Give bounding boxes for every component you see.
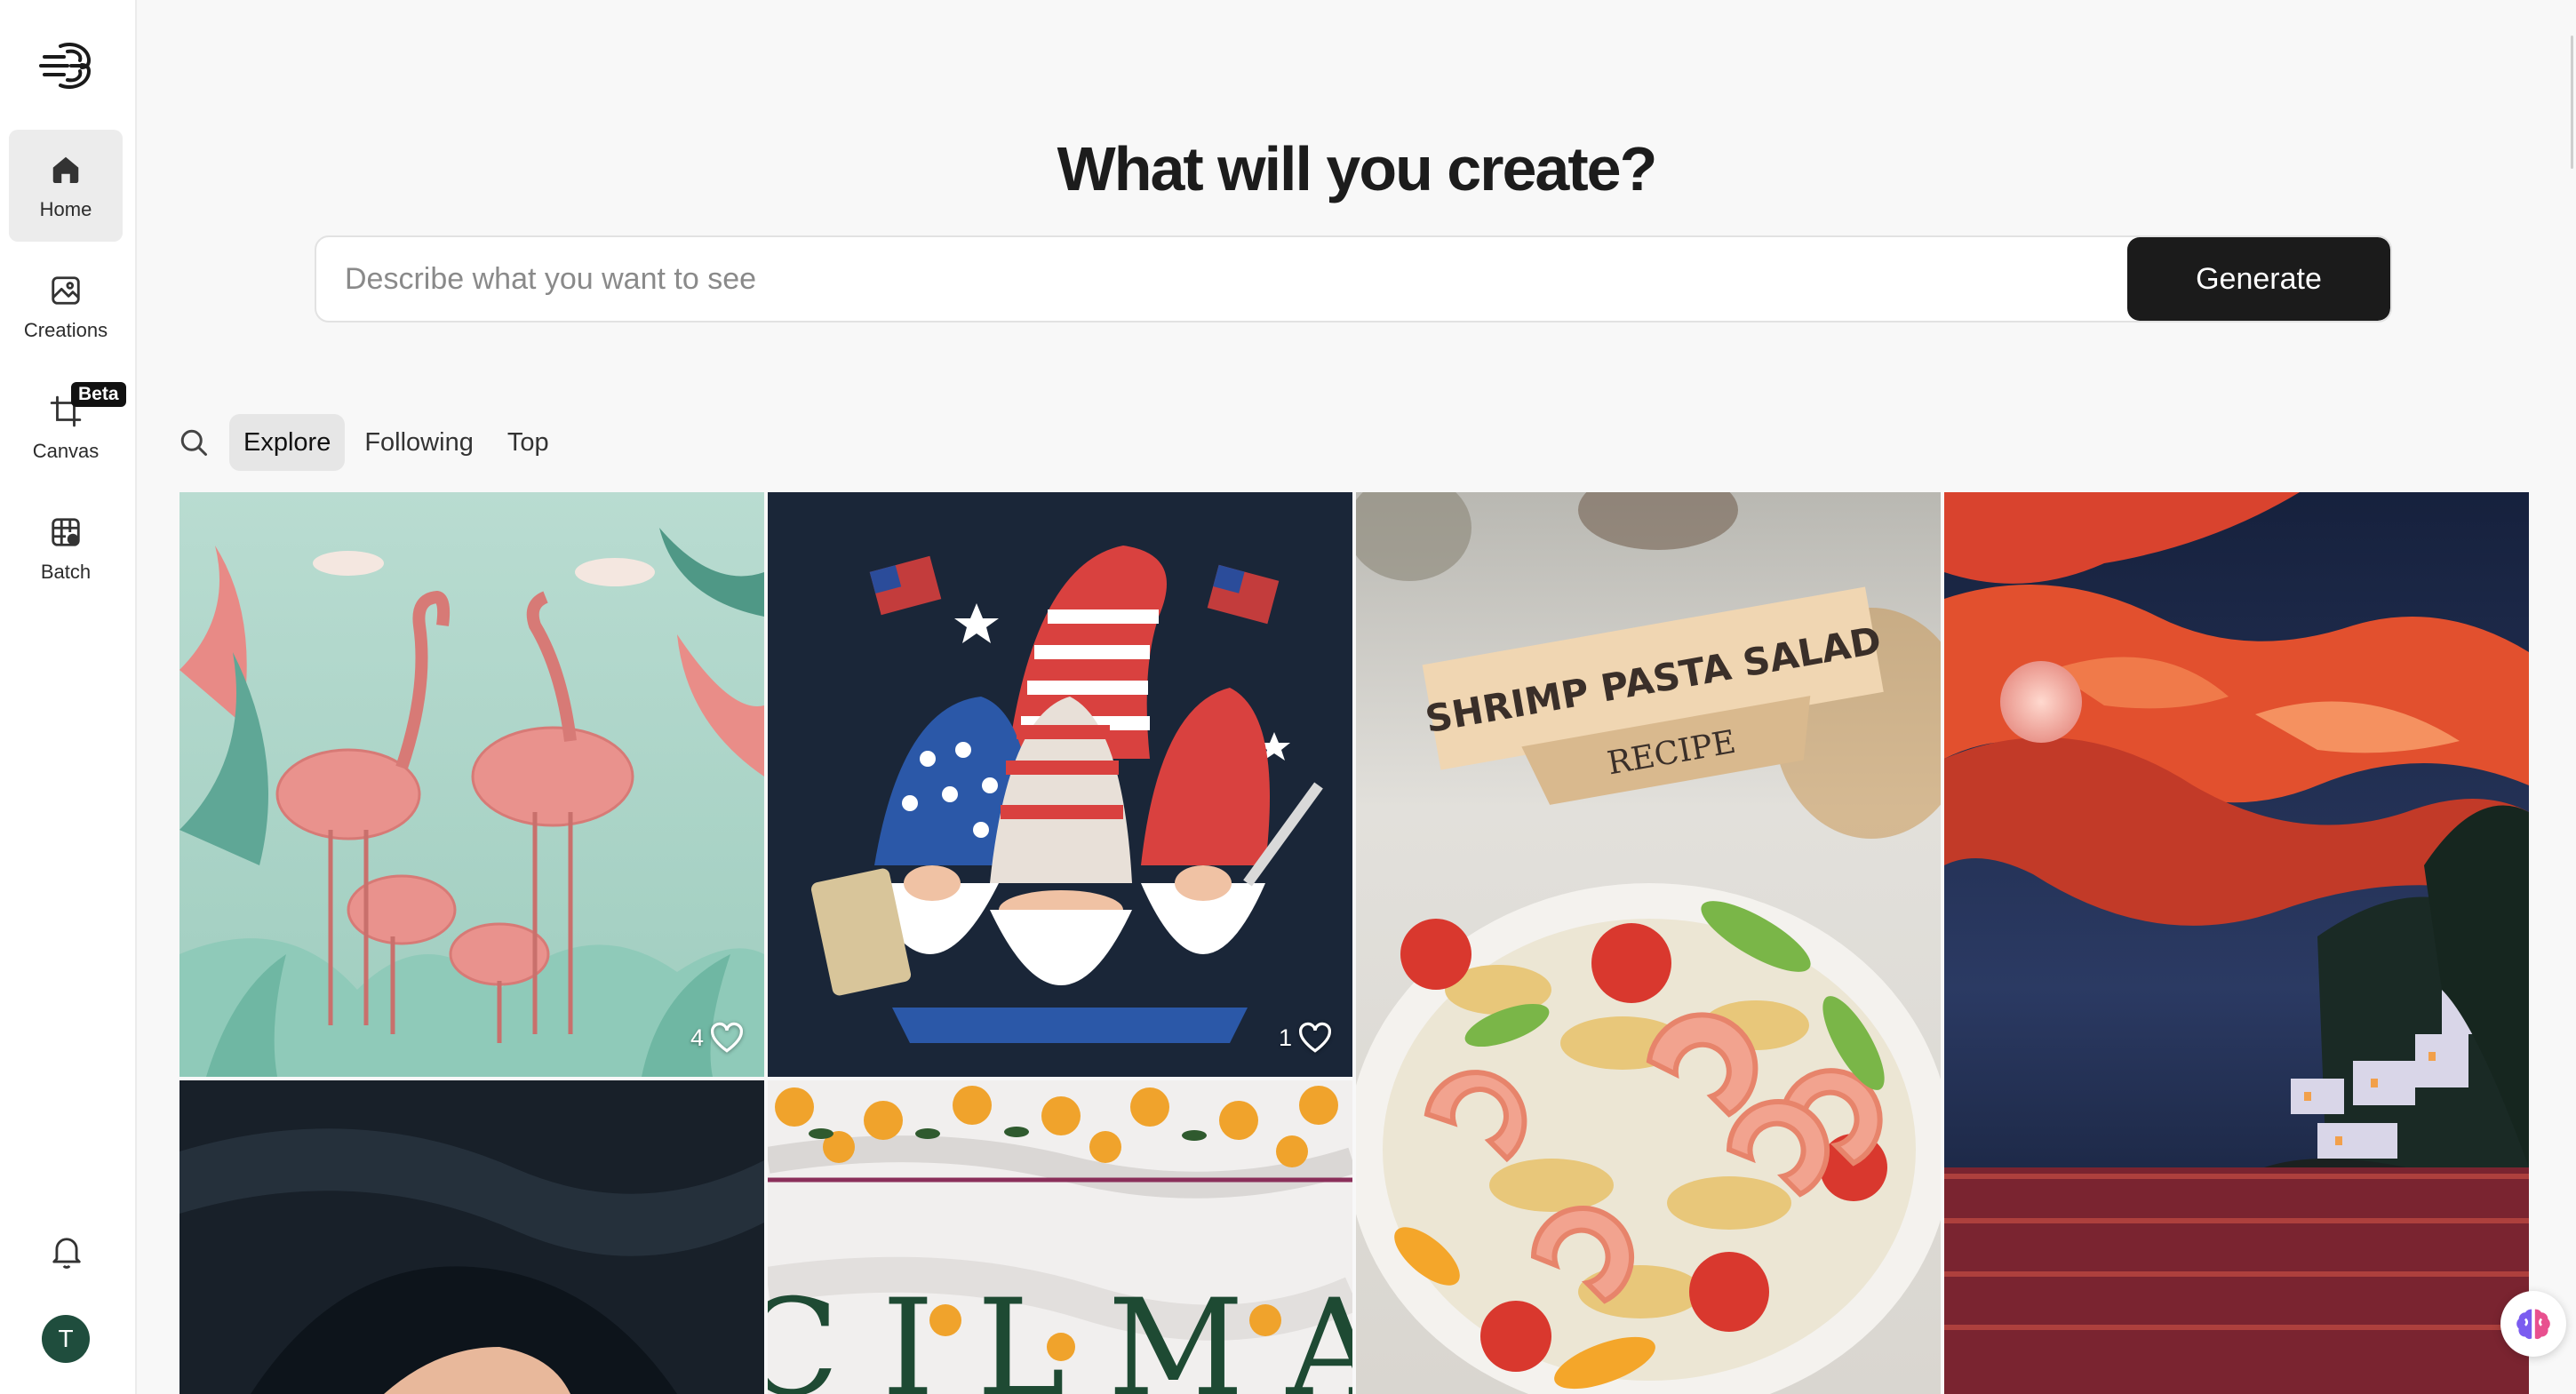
heart-icon: [1298, 1022, 1332, 1053]
page-scrollbar[interactable]: [2571, 36, 2573, 169]
gallery-image-dark-fabric[interactable]: [179, 1080, 764, 1394]
sidebar-item-label: Batch: [40, 561, 92, 583]
sidebar-item-home[interactable]: Home: [9, 130, 123, 242]
sidebar-item-batch[interactable]: Batch: [9, 492, 123, 604]
assistant-brain-icon[interactable]: [2500, 1291, 2566, 1357]
feed-tabs: Explore Following Top: [229, 414, 563, 471]
sidebar-item-label: Creations: [23, 319, 108, 341]
gallery-image-gnomes[interactable]: 1: [768, 492, 1352, 1077]
grid-table-icon: [46, 513, 85, 552]
sidebar-item-label: Canvas: [32, 440, 100, 462]
user-avatar[interactable]: T: [42, 1315, 90, 1363]
like-counter[interactable]: 4: [690, 1022, 745, 1054]
brand-logo-icon[interactable]: [37, 37, 96, 94]
gallery-image-flamingos[interactable]: 4: [179, 492, 764, 1077]
sidebar: Home Creations Canvas Beta Batch T: [0, 0, 137, 1394]
generate-button[interactable]: Generate: [2127, 237, 2390, 321]
gallery-image-shrimp-pasta-salad[interactable]: SHRIMP PASTA SALAD RECIPE: [1356, 492, 1941, 1394]
gallery-image-roses-letters[interactable]: C I L M A: [768, 1080, 1352, 1394]
like-count: 1: [1278, 1024, 1292, 1051]
search-icon[interactable]: [174, 423, 213, 462]
page-title: What will you create?: [1057, 134, 1658, 203]
sidebar-item-label: Home: [39, 198, 92, 220]
image-icon: [46, 271, 85, 310]
like-count: 4: [690, 1024, 704, 1051]
gallery-image-red-sunset[interactable]: [1944, 492, 2529, 1394]
sidebar-item-creations[interactable]: Creations: [9, 251, 123, 362]
tab-explore[interactable]: Explore: [229, 414, 346, 471]
prompt-input[interactable]: [316, 237, 2127, 321]
notifications-bell-icon[interactable]: [48, 1231, 85, 1272]
home-icon: [46, 150, 85, 189]
tab-following[interactable]: Following: [350, 414, 488, 471]
heart-icon: [710, 1022, 744, 1053]
tab-top[interactable]: Top: [493, 414, 563, 471]
like-counter[interactable]: 1: [1279, 1022, 1333, 1054]
prompt-bar: Generate: [315, 235, 2392, 323]
beta-badge: Beta: [71, 382, 126, 407]
